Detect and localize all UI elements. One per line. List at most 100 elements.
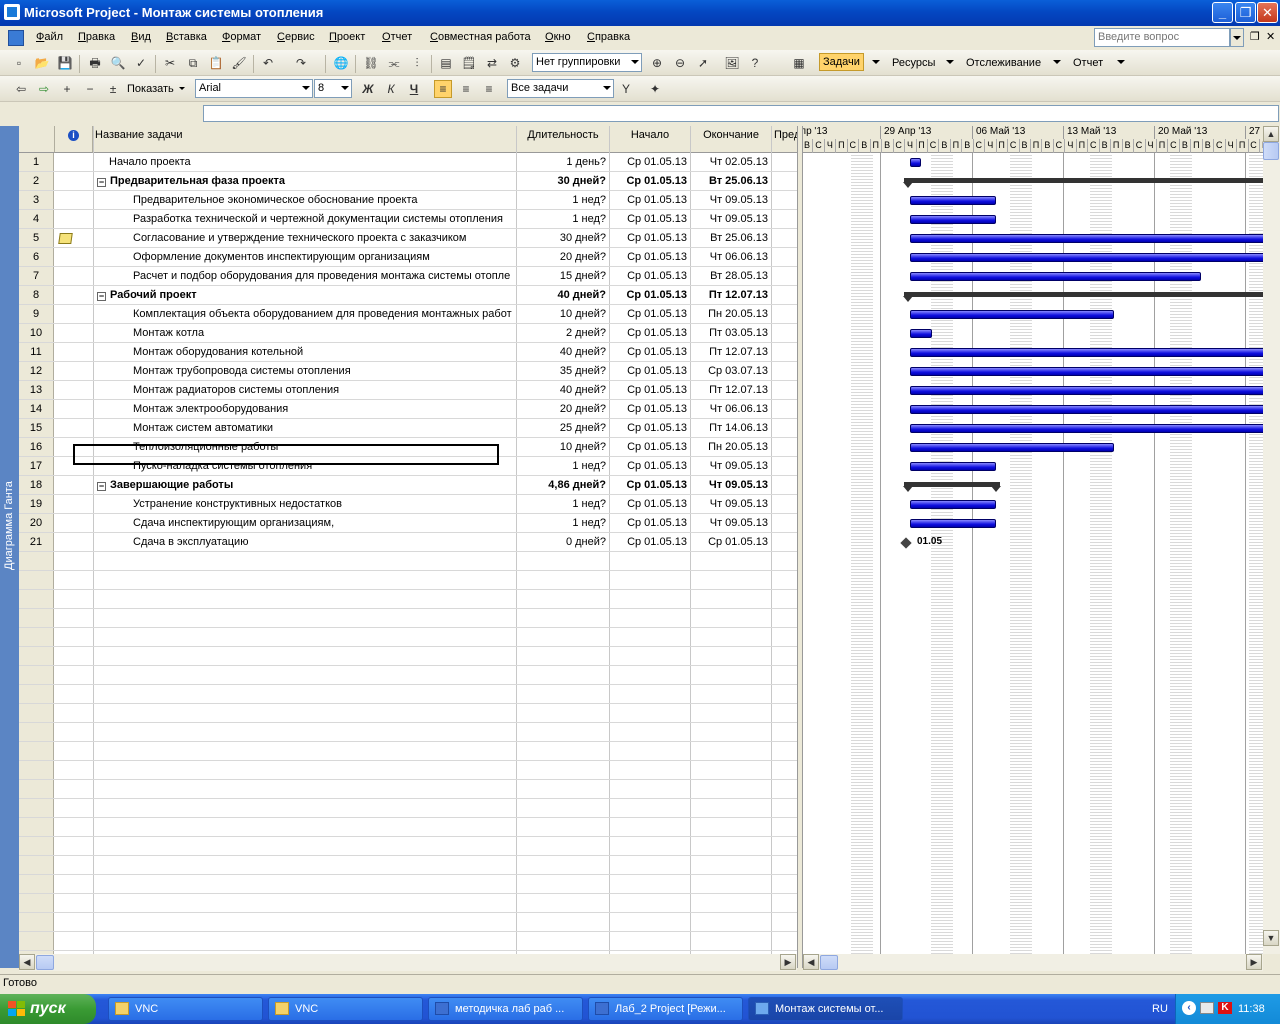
row-number[interactable] [19, 571, 54, 590]
scroll-right-icon[interactable]: ▶ [780, 954, 796, 970]
italic-button[interactable]: К [382, 80, 400, 98]
copy-icon[interactable]: ⧉ [184, 54, 202, 72]
gantt-horizontal-scrollbar[interactable]: ◀ ▶ [803, 954, 1263, 971]
finish-cell[interactable]: Чт 09.05.13 [691, 476, 771, 495]
start-cell[interactable]: Ср 01.05.13 [610, 381, 690, 400]
task-bar[interactable] [910, 329, 932, 338]
duration-cell[interactable]: 40 дней? [517, 381, 609, 400]
task-name-cell[interactable]: Согласование и утверждение технического … [133, 229, 516, 248]
row-number[interactable]: 10 [19, 324, 54, 343]
row-number[interactable] [19, 723, 54, 742]
assign-resources-icon[interactable]: ⇄ [483, 54, 501, 72]
new-icon[interactable]: ▫ [10, 54, 28, 72]
row-number[interactable] [19, 628, 54, 647]
scroll-right-icon[interactable]: ▶ [1246, 954, 1262, 970]
duration-cell[interactable]: 25 дней? [517, 419, 609, 438]
show-dropdown-icon[interactable] [179, 87, 185, 90]
view-report-button[interactable]: Отчет [1073, 57, 1103, 69]
minimize-button[interactable]: _ [1212, 2, 1233, 23]
row-number[interactable] [19, 818, 54, 837]
task-bar[interactable] [910, 500, 997, 509]
header-duration[interactable]: Длительность [517, 126, 610, 153]
task-bar[interactable] [910, 234, 1263, 243]
duration-cell[interactable]: 10 дней? [517, 438, 609, 457]
table-horizontal-scrollbar[interactable]: ◀ ▶ [19, 954, 797, 971]
document-icon[interactable] [8, 30, 24, 46]
outdent-icon[interactable]: ⇦ [12, 80, 30, 98]
network-icon[interactable] [1200, 1002, 1214, 1014]
menu-edit[interactable]: Правка [78, 31, 115, 43]
tracking-dropdown-icon[interactable] [1053, 60, 1061, 64]
finish-cell[interactable]: Чт 02.05.13 [691, 153, 771, 172]
scroll-thumb[interactable] [36, 955, 54, 970]
header-start[interactable]: Начало [610, 126, 691, 153]
summary-bar[interactable] [904, 178, 1263, 183]
view-resources-button[interactable]: Ресурсы [892, 57, 935, 69]
menu-window[interactable]: Окно [545, 31, 571, 43]
start-cell[interactable]: Ср 01.05.13 [610, 248, 690, 267]
unlink-tasks-icon[interactable]: ⫘ [385, 54, 403, 72]
cut-icon[interactable]: ✂ [161, 54, 179, 72]
task-name-cell[interactable]: Монтаж электрооборудования [133, 400, 516, 419]
row-number[interactable]: 12 [19, 362, 54, 381]
start-cell[interactable]: Ср 01.05.13 [610, 267, 690, 286]
bold-button[interactable]: Ж [359, 80, 377, 98]
task-bar[interactable] [910, 196, 997, 205]
row-number[interactable]: 1 [19, 153, 54, 172]
menu-format[interactable]: Формат [222, 31, 261, 43]
duration-cell[interactable]: 0 дней? [517, 533, 609, 552]
menu-file[interactable]: Файл [36, 31, 63, 43]
start-cell[interactable]: Ср 01.05.13 [610, 495, 690, 514]
duration-cell[interactable]: 40 дней? [517, 286, 609, 305]
duration-cell[interactable]: 1 нед? [517, 514, 609, 533]
finish-cell[interactable]: Чт 06.06.13 [691, 248, 771, 267]
duration-cell[interactable]: 20 дней? [517, 248, 609, 267]
row-number[interactable] [19, 856, 54, 875]
taskbar-item-vnc-1[interactable]: VNC [108, 997, 263, 1021]
task-name-cell[interactable]: Монтаж трубопровода системы отопления [133, 362, 516, 381]
row-number[interactable]: 17 [19, 457, 54, 476]
start-cell[interactable]: Ср 01.05.13 [610, 476, 690, 495]
align-center-icon[interactable]: ≡ [457, 80, 475, 98]
maximize-button[interactable]: ❐ [1235, 2, 1256, 23]
finish-cell[interactable]: Вт 25.06.13 [691, 172, 771, 191]
start-cell[interactable]: Ср 01.05.13 [610, 400, 690, 419]
task-notes-icon[interactable]: 🗒 [460, 54, 478, 72]
row-number[interactable]: 8 [19, 286, 54, 305]
back-arrow-icon[interactable]: ‹ [1182, 1001, 1196, 1015]
menu-help[interactable]: Справка [587, 31, 630, 43]
gantt-wizard-icon[interactable]: ✦ [646, 80, 664, 98]
duration-cell[interactable]: 4,86 дней? [517, 476, 609, 495]
row-number[interactable]: 9 [19, 305, 54, 324]
finish-cell[interactable]: Ср 03.07.13 [691, 362, 771, 381]
start-cell[interactable]: Ср 01.05.13 [610, 324, 690, 343]
project-guide-icon[interactable]: ▦ [790, 54, 808, 72]
zoom-in-icon[interactable]: ⊕ [648, 54, 666, 72]
row-number[interactable]: 7 [19, 267, 54, 286]
row-number[interactable]: 14 [19, 400, 54, 419]
menu-view[interactable]: Вид [131, 31, 151, 43]
task-name-cell[interactable]: Разработка технической и чертежной докум… [133, 210, 516, 229]
start-cell[interactable]: Ср 01.05.13 [610, 457, 690, 476]
task-bar[interactable] [910, 386, 1263, 395]
task-bar[interactable] [910, 462, 997, 471]
finish-cell[interactable]: Вт 28.05.13 [691, 267, 771, 286]
task-bar[interactable] [910, 405, 1263, 414]
duration-cell[interactable]: 20 дней? [517, 400, 609, 419]
task-bar[interactable] [910, 215, 997, 224]
row-number[interactable] [19, 666, 54, 685]
duration-cell[interactable]: 15 дней? [517, 267, 609, 286]
task-bar[interactable] [910, 519, 997, 528]
entry-field[interactable] [203, 105, 1279, 122]
duration-cell[interactable]: 1 нед? [517, 457, 609, 476]
row-number[interactable] [19, 704, 54, 723]
align-left-icon[interactable]: ≡ [434, 80, 452, 98]
row-number[interactable] [19, 761, 54, 780]
duration-cell[interactable]: 1 нед? [517, 191, 609, 210]
taskbar-item-vnc-2[interactable]: VNC [268, 997, 423, 1021]
row-number[interactable] [19, 609, 54, 628]
row-number[interactable] [19, 780, 54, 799]
align-right-icon[interactable]: ≡ [480, 80, 498, 98]
start-cell[interactable]: Ср 01.05.13 [610, 153, 690, 172]
note-icon[interactable] [58, 233, 73, 244]
